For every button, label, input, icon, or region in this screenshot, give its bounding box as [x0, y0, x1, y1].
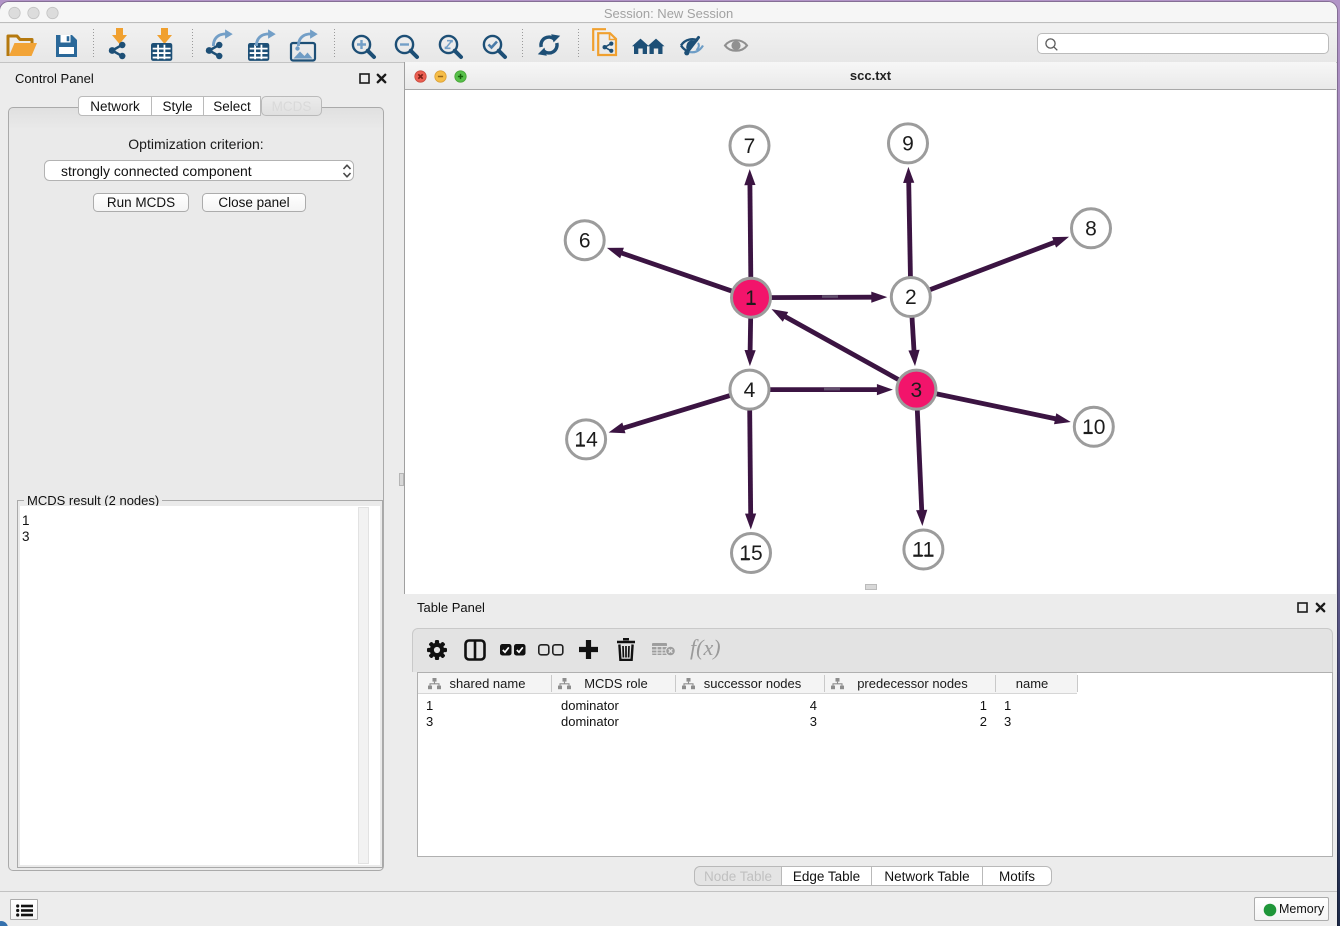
- svg-text:14: 14: [574, 429, 598, 452]
- svg-text:9: 9: [902, 133, 914, 156]
- svg-text:2: 2: [905, 286, 917, 309]
- svg-text:15: 15: [739, 542, 762, 565]
- svg-text:3: 3: [911, 379, 923, 402]
- svg-text:8: 8: [1085, 218, 1097, 241]
- svg-text:10: 10: [1082, 416, 1105, 439]
- svg-text:1: 1: [745, 287, 757, 310]
- svg-text:7: 7: [744, 135, 756, 158]
- svg-text:4: 4: [744, 379, 756, 402]
- svg-text:6: 6: [579, 229, 591, 252]
- svg-text:11: 11: [912, 539, 934, 562]
